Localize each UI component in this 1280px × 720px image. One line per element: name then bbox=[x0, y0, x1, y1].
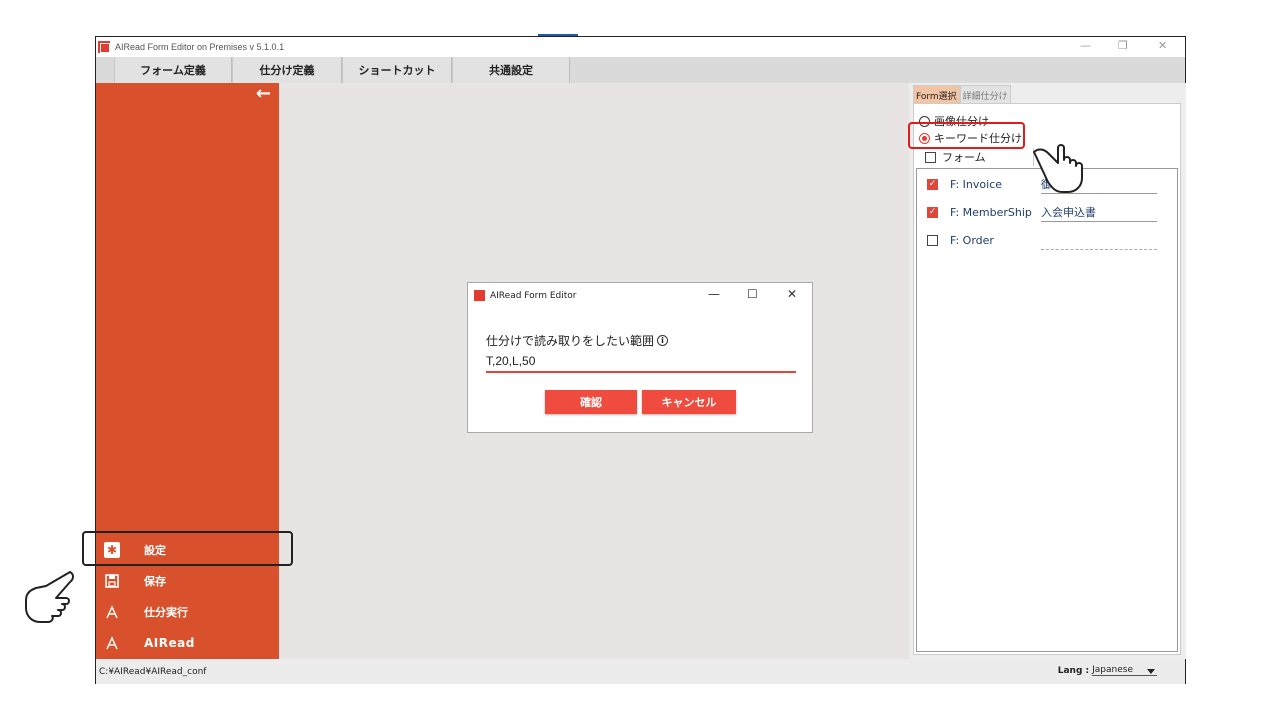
form-name: F: MemberShip bbox=[950, 206, 1032, 219]
minimize-button[interactable]: — bbox=[1080, 39, 1091, 52]
tab-sort-definition[interactable]: 仕分け定義 bbox=[232, 57, 342, 83]
form-list-header: フォーム キ bbox=[925, 148, 1048, 166]
status-bar: C:¥AIRead¥AIRead_conf Lang : Japanese bbox=[96, 659, 1185, 684]
form-name: F: Invoice bbox=[950, 178, 1003, 191]
menu-bar: フォーム定義 仕分け定義 ショートカット 共通設定 bbox=[96, 57, 1185, 83]
form-checkbox-checked[interactable]: ✓ bbox=[927, 179, 938, 190]
run-icon bbox=[104, 604, 120, 620]
sidebar-item-label: 保存 bbox=[144, 575, 166, 588]
language-selector[interactable]: Lang : Japanese bbox=[1058, 665, 1157, 676]
app-logo-icon bbox=[98, 41, 110, 53]
pointer-hand-icon bbox=[1033, 144, 1083, 193]
tab-form-definition[interactable]: フォーム定義 bbox=[114, 57, 232, 83]
form-name: F: Order bbox=[950, 234, 994, 247]
cancel-button[interactable]: キャンセル bbox=[642, 390, 736, 414]
form-list: ✓ F: Invoice 御請 ✓ F: MemberShip 入会申込書 F:… bbox=[916, 168, 1178, 652]
sidebar-item-save[interactable]: 保存 bbox=[104, 570, 166, 592]
highlight-settings-box bbox=[82, 531, 293, 566]
pointer-hand-icon bbox=[25, 571, 74, 623]
dialog-title-bar: AIRead Form Editor bbox=[474, 290, 576, 301]
sidebar: ← ✱ 設定 保存 仕分実行 AIRead bbox=[96, 83, 279, 659]
dialog-minimize-button[interactable]: — bbox=[708, 287, 720, 301]
header-form-label: フォーム bbox=[942, 151, 986, 164]
restore-button[interactable]: ❐ bbox=[1118, 39, 1128, 52]
save-icon bbox=[104, 573, 120, 589]
confirm-button[interactable]: 確認 bbox=[545, 390, 637, 414]
sidebar-item-run[interactable]: 仕分実行 bbox=[104, 601, 188, 623]
tab-common-settings[interactable]: 共通設定 bbox=[452, 57, 570, 83]
title-bar: AIRead Form Editor on Premises v 5.1.0.1… bbox=[96, 37, 1185, 57]
airead-icon bbox=[104, 635, 120, 651]
range-dialog: AIRead Form Editor — ☐ ✕ 仕分けで読み取りをしたい範囲 … bbox=[467, 282, 813, 433]
lang-label: Lang : bbox=[1057, 665, 1090, 676]
form-checkbox[interactable] bbox=[927, 235, 938, 246]
window-title: AIRead Form Editor on Premises v 5.1.0.1 bbox=[115, 42, 285, 52]
range-label-text: 仕分けで読み取りをしたい範囲 bbox=[486, 334, 655, 348]
highlight-keyword-box bbox=[908, 122, 1025, 149]
tab-shortcut[interactable]: ショートカット bbox=[342, 57, 452, 83]
form-checkbox-checked[interactable]: ✓ bbox=[927, 207, 938, 218]
select-all-checkbox[interactable] bbox=[925, 151, 936, 163]
list-item[interactable]: F: Order bbox=[927, 234, 1040, 247]
back-arrow-icon[interactable]: ← bbox=[256, 85, 271, 103]
app-logo-icon bbox=[474, 290, 485, 301]
info-icon[interactable]: i bbox=[657, 335, 669, 346]
list-item[interactable]: ✓ F: Invoice bbox=[927, 178, 1040, 191]
keyword-field[interactable]: 入会申込書 bbox=[1041, 204, 1157, 222]
sidebar-item-airead[interactable]: AIRead bbox=[104, 632, 195, 654]
dialog-close-button[interactable]: ✕ bbox=[787, 287, 797, 301]
range-input[interactable] bbox=[486, 351, 796, 373]
close-button[interactable]: ✕ bbox=[1158, 39, 1167, 52]
list-item[interactable]: ✓ F: MemberShip bbox=[927, 206, 1040, 219]
dialog-title: AIRead Form Editor bbox=[490, 290, 577, 301]
range-label: 仕分けで読み取りをしたい範囲 i bbox=[486, 332, 669, 349]
sidebar-item-label: 仕分実行 bbox=[144, 606, 188, 619]
lang-dropdown[interactable]: Japanese bbox=[1092, 665, 1157, 676]
keyword-field[interactable] bbox=[1041, 232, 1157, 250]
dialog-maximize-button[interactable]: ☐ bbox=[747, 287, 758, 301]
config-path: C:¥AIRead¥AIRead_conf bbox=[99, 666, 207, 677]
sidebar-item-label: AIRead bbox=[144, 636, 195, 650]
